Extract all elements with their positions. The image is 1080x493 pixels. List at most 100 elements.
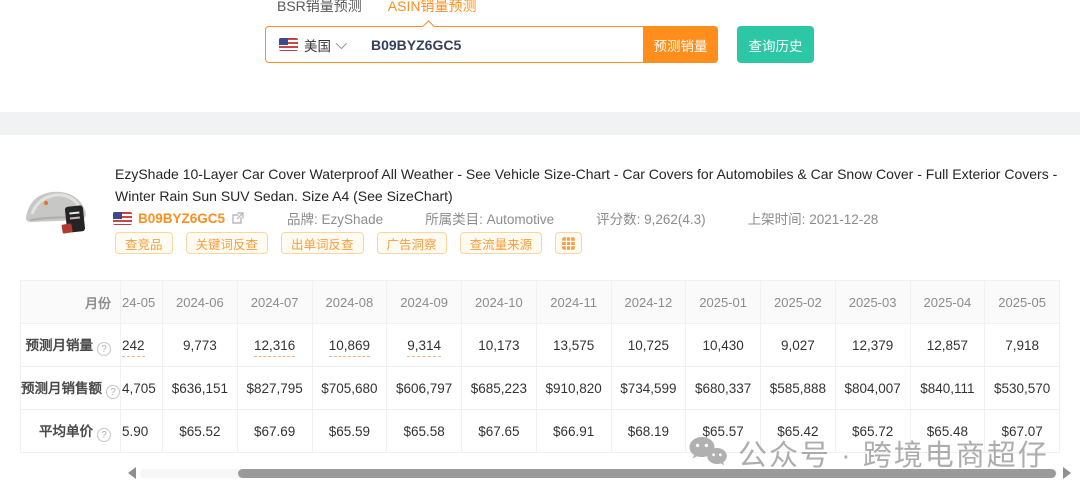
search-row: 美国 预测销量 查询历史 [265,20,814,63]
country-select[interactable]: 美国 [266,35,348,55]
row-label-month: 月份 [20,280,121,324]
price-cell: $67.69 [236,409,313,453]
price-cell: $65.42 [760,409,836,453]
volume-cell: 10,725 [610,323,687,367]
asin-group: B09BYZ6GC5 [113,211,245,226]
volume-cell[interactable]: 9,314 [386,323,462,367]
table-header-row: 月份 24-05 2024-06 2024-07 2024-08 2024-09 2024-… [20,280,1060,324]
volume-cell[interactable]: 10,869 [311,323,388,367]
price-cell: 5.90 [120,409,163,453]
forecast-table: 月份 24-05 2024-06 2024-07 2024-08 2024-09 2024-… [20,280,1060,453]
month-header-cell: 2025-05 [984,280,1060,324]
horizontal-scrollbar-thumb[interactable] [238,469,1056,478]
product-tag[interactable]: 关键词反查 [185,232,269,254]
month-header-cell: 2024-07 [236,280,313,324]
price-cell: $65.48 [909,409,986,453]
scroll-right-arrow[interactable] [1063,467,1071,479]
row-label: 预测月销售额? [20,366,121,410]
us-flag-icon [279,38,298,51]
revenue-cell: $840,111 [909,366,986,410]
query-history-button[interactable]: 查询历史 [737,26,814,63]
car-cover-image [22,170,90,238]
external-link-icon[interactable] [230,211,245,226]
product-tag[interactable]: 查流量来源 [459,232,543,254]
help-icon[interactable]: ? [97,342,111,357]
revenue-cell: $585,888 [760,366,836,410]
month-header-cell: 2024-09 [386,280,462,324]
product-category: 所属类目: Automotive [425,212,555,227]
us-flag-icon [113,211,132,225]
row-label: 预测月销量? [20,323,121,367]
price-cell: $65.58 [386,409,462,453]
country-label: 美国 [304,38,331,54]
volume-cell: 9,773 [162,323,238,367]
month-header-cell: 24-05 [120,280,163,324]
product-title: EzyShade 10-Layer Car Cover Waterproof A… [115,166,1058,204]
forecast-tabs: BSR销量预测 ASIN销量预测 [277,0,476,15]
keyword-grid-icon-button[interactable] [555,232,583,254]
predict-sales-button[interactable]: 预测销量 [643,26,718,63]
price-cell: $66.91 [535,409,612,453]
revenue-cell: 4,705 [120,366,163,410]
volume-cell[interactable]: 242 [120,323,163,367]
price-cell: $68.19 [610,409,687,453]
price-cell: $65.57 [685,409,761,453]
revenue-cell: $827,795 [236,366,313,410]
row-label: 平均单价? [20,409,121,453]
table-row: 平均单价? 5.90 $65.52 $67.69 $65.59 $65.58 $67.65 $… [20,409,1060,453]
volume-cell: 10,430 [685,323,761,367]
month-header-cell: 2024-08 [311,280,388,324]
volume-cell: 9,027 [760,323,836,367]
product-tag[interactable]: 广告洞察 [376,232,447,254]
product-tag[interactable]: 出单词反查 [281,232,364,254]
month-header-cell: 2024-06 [162,280,238,324]
product-asin-link[interactable]: B09BYZ6GC5 [138,211,225,226]
product-listed-date: 上架时间: 2021-12-28 [747,212,879,227]
price-cell: $65.59 [311,409,388,453]
asin-input[interactable] [344,36,643,53]
product-rating: 评分数: 9,262(4.3) [596,212,706,227]
month-header-cell: 2025-01 [685,280,761,324]
month-header-cell: 2025-04 [909,280,986,324]
price-cell: $67.07 [984,409,1060,453]
table-row: 预测月销售额? 4,705 $636,151 $827,795 $705,680 $606… [20,366,1060,410]
table-row: 预测月销量? 242 9,773 12,316 10,869 9,314 10,173 13,… [20,323,1060,367]
month-header-cell: 2024-10 [461,280,537,324]
revenue-cell: $685,223 [461,366,537,410]
help-icon[interactable]: ? [106,385,120,400]
revenue-cell: $530,570 [984,366,1060,410]
month-header-cell: 2024-11 [535,280,612,324]
product-action-tags: 查竞品 关键词反查 出单词反查 广告洞察 查流量来源 [115,232,583,254]
volume-cell: 12,857 [909,323,986,367]
product-brand: 品牌: EzyShade [287,212,384,227]
revenue-cell: $734,599 [610,366,687,410]
price-cell: $67.65 [461,409,537,453]
tab-bsr-forecast[interactable]: BSR销量预测 [277,0,362,15]
revenue-cell: $910,820 [535,366,612,410]
scroll-left-arrow[interactable] [128,467,136,479]
revenue-cell: $705,680 [311,366,388,410]
volume-cell: 12,379 [834,323,911,367]
month-header-cell: 2024-12 [610,280,687,324]
page-background-band [0,112,1080,135]
revenue-cell: $680,337 [685,366,761,410]
volume-cell[interactable]: 12,316 [236,323,313,367]
volume-cell: 13,575 [535,323,612,367]
grid-icon [562,236,575,250]
product-tag[interactable]: 查竞品 [115,232,173,254]
revenue-cell: $606,797 [386,366,462,410]
tab-asin-forecast[interactable]: ASIN销量预测 [388,0,477,15]
help-icon[interactable]: ? [97,428,111,443]
revenue-cell: $636,151 [162,366,238,410]
price-cell: $65.52 [162,409,238,453]
product-meta-row: B09BYZ6GC5 品牌: EzyShade 所属类目: Automotive… [113,208,920,228]
price-cell: $65.72 [834,409,911,453]
month-header-cell: 2025-03 [834,280,911,324]
month-header-cell: 2025-02 [760,280,836,324]
volume-cell: 10,173 [461,323,537,367]
volume-cell: 7,918 [984,323,1060,367]
asin-search-box: 美国 预测销量 [265,20,718,63]
tab-pointer-notch [422,20,435,33]
product-image[interactable] [22,170,90,238]
revenue-cell: $804,007 [834,366,911,410]
